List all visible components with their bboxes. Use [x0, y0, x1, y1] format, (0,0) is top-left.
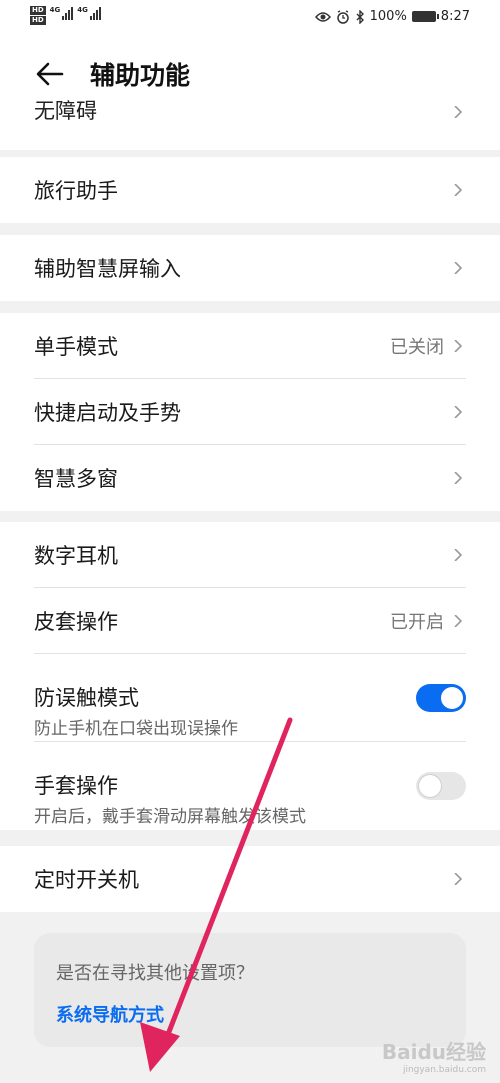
hd-badge-1: HD	[30, 6, 46, 15]
suggestion-card: 是否在寻找其他设置项？ 系统导航方式	[34, 933, 466, 1047]
suggestion-question: 是否在寻找其他设置项？	[56, 963, 254, 984]
list-item-label: 无障碍	[34, 100, 97, 123]
hd-badges: HD HD	[30, 6, 46, 25]
accidental-touch-toggle[interactable]	[416, 684, 466, 712]
status-value: 已关闭	[390, 337, 444, 358]
list-item-label: 辅助智慧屏输入	[34, 257, 181, 281]
settings-group-4: 数字耳机 皮套操作 已开启 防误触模式 防止手机在口袋出现误操作 手套操作 开启…	[0, 522, 500, 830]
network-type-2: 4G	[77, 6, 88, 14]
list-item-subtitle: 开启后，戴手套滑动屏幕触发该模式	[34, 807, 306, 827]
list-item-travel-assistant[interactable]: 旅行助手	[0, 157, 500, 223]
toggle-knob	[419, 775, 441, 797]
chevron-right-icon	[454, 340, 463, 352]
list-item-label: 数字耳机	[34, 544, 118, 568]
settings-group-3: 单手模式 已关闭 快捷启动及手势 智慧多窗	[0, 313, 500, 511]
list-item-label: 定时开关机	[34, 868, 139, 892]
chevron-right-icon	[454, 549, 463, 561]
battery-percent: 100%	[369, 9, 407, 24]
list-item-subtitle: 防止手机在口袋出现误操作	[34, 719, 238, 739]
list-item-cover-operation[interactable]: 皮套操作 已开启	[0, 588, 500, 654]
list-item-scheduled-power[interactable]: 定时开关机	[0, 846, 500, 912]
signal-icon-1: 4G	[50, 6, 74, 20]
list-item-partial[interactable]: 无障碍	[0, 100, 500, 150]
chevron-right-icon	[454, 873, 463, 885]
chevron-right-icon	[454, 262, 463, 274]
list-item-shortcuts-gestures[interactable]: 快捷启动及手势	[0, 379, 500, 445]
baidu-watermark: Baidu经验 jingyan.baidu.com	[382, 1036, 486, 1075]
status-value: 已开启	[390, 612, 444, 633]
toggle-knob	[441, 687, 463, 709]
chevron-right-icon	[454, 615, 463, 627]
hd-badge-2: HD	[30, 16, 46, 25]
battery-icon	[411, 11, 439, 22]
bluetooth-icon	[356, 9, 364, 24]
list-item-label: 手套操作	[34, 774, 118, 798]
list-item-one-hand-mode[interactable]: 单手模式 已关闭	[0, 313, 500, 379]
list-item-accidental-touch: 防误触模式 防止手机在口袋出现误操作	[0, 654, 500, 742]
list-item-label: 旅行助手	[34, 179, 118, 203]
list-item-smart-screen-input[interactable]: 辅助智慧屏输入	[0, 235, 500, 301]
chevron-right-icon	[454, 184, 463, 196]
list-item-label: 防误触模式	[34, 686, 139, 710]
watermark-url: jingyan.baidu.com	[402, 1065, 486, 1075]
settings-group-2: 辅助智慧屏输入	[0, 235, 500, 301]
settings-group-1: 旅行助手	[0, 157, 500, 223]
system-navigation-link[interactable]: 系统导航方式	[56, 1001, 164, 1027]
list-item-label: 快捷启动及手势	[34, 401, 181, 425]
status-right: 100% 8:27	[314, 9, 470, 24]
list-item-digital-earphone[interactable]: 数字耳机	[0, 522, 500, 588]
list-item-label: 单手模式	[34, 335, 118, 359]
network-type-1: 4G	[49, 6, 61, 14]
signal-icon-2: 4G	[77, 6, 101, 20]
clock: 8:27	[440, 9, 470, 24]
glove-mode-toggle[interactable]	[416, 772, 466, 800]
list-item-label: 皮套操作	[34, 610, 118, 634]
settings-group-5: 定时开关机	[0, 846, 500, 912]
eye-icon	[314, 11, 331, 22]
status-bar: HD HD 4G 4G 100% 8:27	[0, 0, 500, 36]
watermark-brand: Baidu经验	[381, 1040, 486, 1064]
list-item-multi-window[interactable]: 智慧多窗	[0, 445, 500, 511]
chevron-right-icon	[454, 406, 463, 418]
chevron-right-icon	[454, 106, 463, 118]
back-arrow-icon[interactable]	[34, 58, 66, 90]
alarm-icon	[336, 9, 349, 24]
chevron-right-icon	[454, 472, 463, 484]
status-left: HD HD 4G 4G	[30, 6, 101, 25]
list-item-glove-mode: 手套操作 开启后，戴手套滑动屏幕触发该模式	[0, 742, 500, 830]
list-item-label: 智慧多窗	[34, 467, 118, 491]
page-title: 辅助功能	[90, 61, 191, 90]
